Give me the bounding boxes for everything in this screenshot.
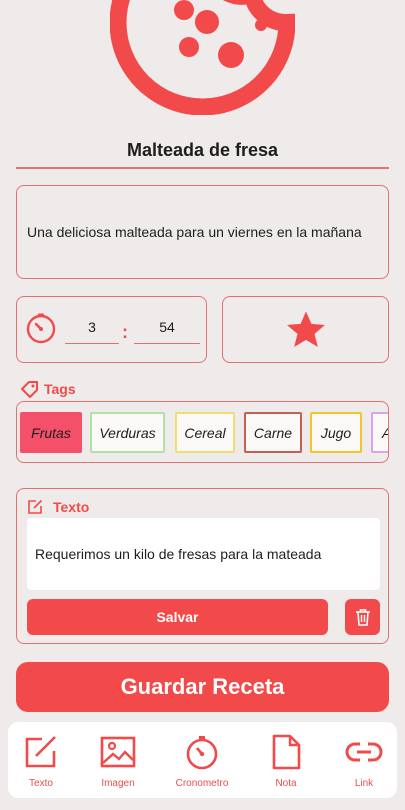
text-note-card: Texto Requerimos un kilo de fresas para …: [16, 488, 389, 644]
toolbar-item-note[interactable]: Nota: [251, 734, 321, 789]
stopwatch-icon[interactable]: [25, 312, 57, 344]
recipe-description-field[interactable]: Una deliciosa malteada para un viernes e…: [16, 185, 389, 279]
recipe-title[interactable]: Malteada de fresa: [16, 140, 389, 161]
link-icon: [345, 742, 383, 762]
toolbar-label: Link: [354, 778, 374, 789]
tag-chip-frutas[interactable]: Frutas: [20, 412, 82, 453]
toolbar-label: Texto: [29, 778, 53, 789]
save-note-button[interactable]: Salvar: [27, 599, 328, 635]
tag-chip-cereal[interactable]: Cereal: [175, 412, 235, 453]
note-text-field[interactable]: Requerimos un kilo de fresas para la mat…: [27, 518, 380, 590]
timer-card: 3 : 54: [16, 296, 207, 363]
title-underline: [16, 167, 389, 169]
stopwatch-icon: [186, 736, 218, 770]
toolbar-label: Nota: [275, 778, 297, 789]
delete-note-button[interactable]: [345, 599, 380, 635]
edit-icon: [25, 736, 56, 768]
tag-label: Cereal: [184, 424, 226, 441]
tags-label: Tags: [44, 381, 76, 397]
tag-chip-verduras[interactable]: Verduras: [90, 412, 165, 453]
tag-chip-carne[interactable]: Carne: [244, 412, 302, 453]
hours-input[interactable]: 3: [65, 316, 119, 344]
tag-icon: [21, 381, 38, 398]
toolbar-item-text[interactable]: Texto: [6, 734, 76, 789]
note-header: Texto: [27, 499, 89, 515]
note-icon: [272, 734, 301, 770]
toolbar-label: Cronometro: [175, 778, 229, 789]
toolbar-item-image[interactable]: Imagen: [83, 734, 153, 789]
toolbar-item-timer[interactable]: Cronometro: [167, 734, 237, 789]
star-icon[interactable]: [285, 310, 327, 350]
tag-label: Verduras: [99, 424, 156, 441]
note-text: Requerimos un kilo de fresas para la mat…: [35, 546, 322, 562]
cookie-logo: [110, 0, 295, 115]
bottom-toolbar: Texto Imagen Cronometro Nota Link: [8, 722, 397, 798]
tag-chip-partial[interactable]: A: [371, 412, 388, 453]
tags-header: Tags: [20, 380, 76, 398]
tags-scroller[interactable]: Frutas Verduras Cereal Carne Jugo A: [16, 401, 389, 463]
edit-icon: [28, 499, 43, 514]
tag-chip-jugo[interactable]: Jugo: [310, 412, 362, 453]
save-recipe-button[interactable]: Guardar Receta: [16, 662, 389, 712]
image-icon: [100, 736, 136, 768]
toolbar-item-link[interactable]: Link: [329, 734, 399, 789]
time-separator: :: [122, 322, 128, 342]
minutes-input[interactable]: 54: [134, 316, 200, 344]
tag-label: Jugo: [320, 424, 352, 441]
trash-icon: [355, 609, 370, 626]
toolbar-label: Imagen: [101, 778, 135, 789]
tag-label: Frutas: [31, 424, 71, 441]
favorite-card[interactable]: [222, 296, 389, 363]
tag-label: A: [382, 425, 388, 441]
note-header-label: Texto: [53, 499, 90, 515]
recipe-description-text: Una deliciosa malteada para un viernes e…: [27, 224, 362, 240]
tag-label: Carne: [253, 424, 293, 441]
